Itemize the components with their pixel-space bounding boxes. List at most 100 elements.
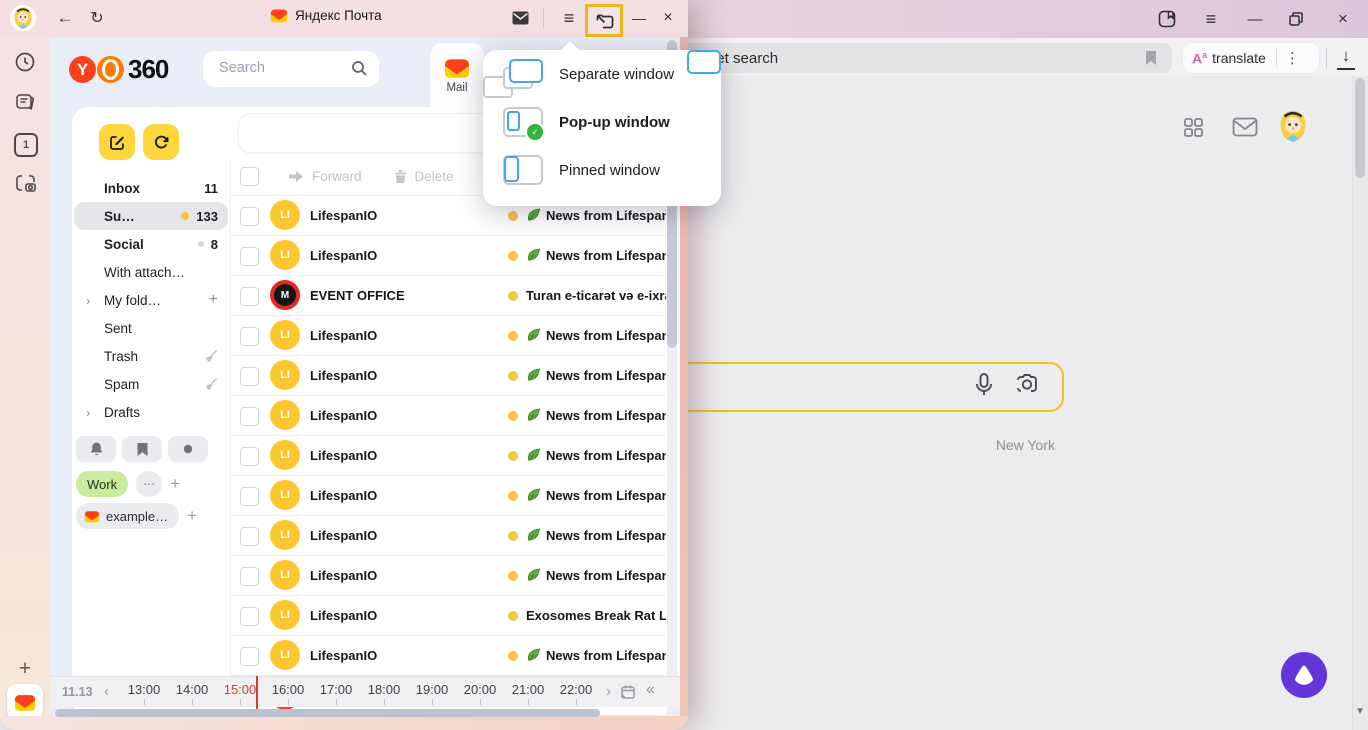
folder-item[interactable]: › Spam bbox=[72, 370, 230, 398]
email-checkbox[interactable] bbox=[240, 567, 259, 586]
folder-item[interactable]: › Su… 133 bbox=[74, 202, 228, 230]
add-folder-icon[interactable]: + bbox=[209, 291, 218, 309]
page-scrollbar-thumb[interactable] bbox=[1355, 78, 1365, 178]
labels-more-button[interactable]: ⋯ bbox=[136, 471, 162, 497]
download-icon[interactable]: ↓ bbox=[1337, 46, 1355, 70]
email-checkbox[interactable] bbox=[240, 527, 259, 546]
email-checkbox[interactable] bbox=[240, 207, 259, 226]
browser-minimize-icon[interactable]: — bbox=[1246, 7, 1264, 31]
email-subject: News from Lifespan. bbox=[546, 568, 666, 583]
email-row[interactable]: LI LifespanIO News from Lifespan. bbox=[230, 636, 666, 676]
email-row[interactable]: LI LifespanIO News from Lifespan. bbox=[230, 396, 666, 436]
email-checkbox[interactable] bbox=[240, 247, 259, 266]
timeline-next-icon[interactable]: › bbox=[606, 683, 611, 700]
horizontal-scrollbar-thumb[interactable] bbox=[55, 709, 600, 717]
services-grid-icon[interactable] bbox=[1183, 117, 1204, 138]
add-account-button[interactable]: + bbox=[187, 506, 197, 526]
refresh-button[interactable]: ↻ bbox=[86, 7, 108, 29]
label-work[interactable]: Work bbox=[76, 471, 128, 497]
timeline-collapse-icon[interactable]: « bbox=[646, 681, 655, 699]
bookmark-button[interactable] bbox=[122, 436, 162, 462]
mail-app-icon[interactable] bbox=[7, 684, 43, 720]
folder-item[interactable]: › Drafts bbox=[72, 398, 230, 426]
email-checkbox[interactable] bbox=[240, 367, 259, 386]
tab-counter-badge[interactable]: 1 bbox=[14, 133, 38, 157]
email-row[interactable]: LI LifespanIO Exosomes Break Rat Lif bbox=[230, 596, 666, 636]
calendar-add-icon[interactable] bbox=[620, 684, 636, 700]
folder-item[interactable]: › Sent bbox=[72, 314, 230, 342]
image-search-icon[interactable] bbox=[1014, 372, 1040, 398]
popup-close-icon[interactable]: × bbox=[657, 7, 679, 29]
compose-button[interactable] bbox=[99, 124, 135, 160]
folder-item[interactable]: › Trash bbox=[72, 342, 230, 370]
email-row[interactable]: LI LifespanIO News from Lifespan. bbox=[230, 356, 666, 396]
mail-search[interactable] bbox=[203, 51, 379, 87]
account-pill[interactable]: example… bbox=[76, 503, 179, 529]
leaf-icon bbox=[526, 488, 541, 502]
profile-avatar[interactable] bbox=[10, 5, 36, 31]
delete-button[interactable]: Delete bbox=[394, 169, 454, 184]
email-checkbox[interactable] bbox=[240, 327, 259, 346]
email-subject: Exosomes Break Rat Lif bbox=[526, 608, 666, 623]
translate-button[interactable]: Aa translate ⋮ bbox=[1182, 42, 1320, 74]
menu-item[interactable]: ✓ Pop-up window bbox=[483, 98, 721, 146]
voice-search-icon[interactable] bbox=[972, 372, 996, 398]
translate-more-icon[interactable]: ⋮ bbox=[1285, 49, 1300, 67]
tab-mail[interactable]: Mail bbox=[430, 43, 484, 107]
email-row[interactable]: M EVENT OFFICE Turan e-ticarət və e-ixra bbox=[230, 276, 666, 316]
dot-marker-button[interactable] bbox=[168, 436, 208, 462]
window-mode-button-highlighted[interactable] bbox=[585, 4, 623, 37]
popup-menu-icon[interactable]: ≡ bbox=[558, 7, 580, 29]
email-row[interactable]: LI LifespanIO News from Lifespan. bbox=[230, 436, 666, 476]
email-checkbox[interactable] bbox=[240, 407, 259, 426]
forward-button[interactable]: Forward bbox=[288, 169, 362, 184]
timeline-prev-icon[interactable]: ‹ bbox=[104, 683, 109, 700]
sidebar-panel-icon[interactable] bbox=[1158, 7, 1176, 31]
popup-minimize-icon[interactable]: — bbox=[628, 7, 650, 29]
folder-label: Su… bbox=[104, 209, 135, 224]
broom-icon[interactable] bbox=[204, 349, 218, 363]
y360-logo[interactable]: Y 360 bbox=[69, 54, 168, 85]
folder-item[interactable]: › My fold… + bbox=[72, 286, 230, 314]
search-icon[interactable] bbox=[351, 60, 368, 77]
email-checkbox[interactable] bbox=[240, 487, 259, 506]
bookmark-flag-icon[interactable] bbox=[1144, 50, 1158, 66]
mail-search-input[interactable] bbox=[217, 59, 351, 77]
envelope-icon[interactable] bbox=[512, 11, 529, 25]
account-avatar[interactable] bbox=[1274, 107, 1312, 145]
broom-icon[interactable] bbox=[204, 377, 218, 391]
back-button[interactable]: ← bbox=[54, 7, 76, 29]
email-row[interactable]: LI LifespanIO News from Lifespan. bbox=[230, 316, 666, 356]
email-checkbox[interactable] bbox=[240, 447, 259, 466]
screenshot-icon[interactable] bbox=[14, 173, 37, 195]
menu-item[interactable]: Pinned window bbox=[483, 146, 721, 194]
sync-button[interactable] bbox=[143, 124, 179, 160]
scroll-down-icon[interactable]: ▾ bbox=[1353, 704, 1367, 717]
mail-envelope-icon[interactable] bbox=[1232, 117, 1258, 137]
history-clock-icon[interactable] bbox=[14, 51, 36, 73]
browser-close-icon[interactable]: × bbox=[1334, 7, 1352, 31]
select-all-checkbox[interactable] bbox=[240, 167, 259, 186]
rail-plus-icon[interactable]: + bbox=[13, 657, 37, 681]
folder-item[interactable]: › Social 8 bbox=[72, 230, 230, 258]
chevron-right-icon[interactable]: › bbox=[86, 293, 104, 308]
browser-menu-icon[interactable]: ≡ bbox=[1201, 7, 1221, 31]
alice-assistant-button[interactable] bbox=[1281, 652, 1327, 698]
email-row[interactable]: LI LifespanIO News from Lifespan. bbox=[230, 516, 666, 556]
folder-item[interactable]: › Inbox 11 bbox=[72, 174, 230, 202]
email-row[interactable]: LI LifespanIO News from Lifespan. bbox=[230, 476, 666, 516]
email-checkbox[interactable] bbox=[240, 287, 259, 306]
chevron-right-icon[interactable]: › bbox=[86, 405, 104, 420]
email-checkbox[interactable] bbox=[240, 647, 259, 666]
unread-dot bbox=[508, 291, 518, 301]
email-row[interactable]: LI LifespanIO News from Lifespan. bbox=[230, 556, 666, 596]
location-label[interactable]: New York bbox=[955, 437, 1055, 453]
folder-item[interactable]: › With attach… bbox=[72, 258, 230, 286]
notifications-bell-button[interactable] bbox=[76, 436, 116, 462]
add-label-button[interactable]: + bbox=[170, 474, 180, 494]
browser-restore-icon[interactable] bbox=[1289, 7, 1303, 31]
email-checkbox[interactable] bbox=[240, 607, 259, 626]
email-row[interactable]: LI LifespanIO News from Lifespan. bbox=[230, 236, 666, 276]
notes-icon[interactable] bbox=[14, 91, 36, 113]
menu-item[interactable]: Separate window bbox=[483, 50, 721, 98]
